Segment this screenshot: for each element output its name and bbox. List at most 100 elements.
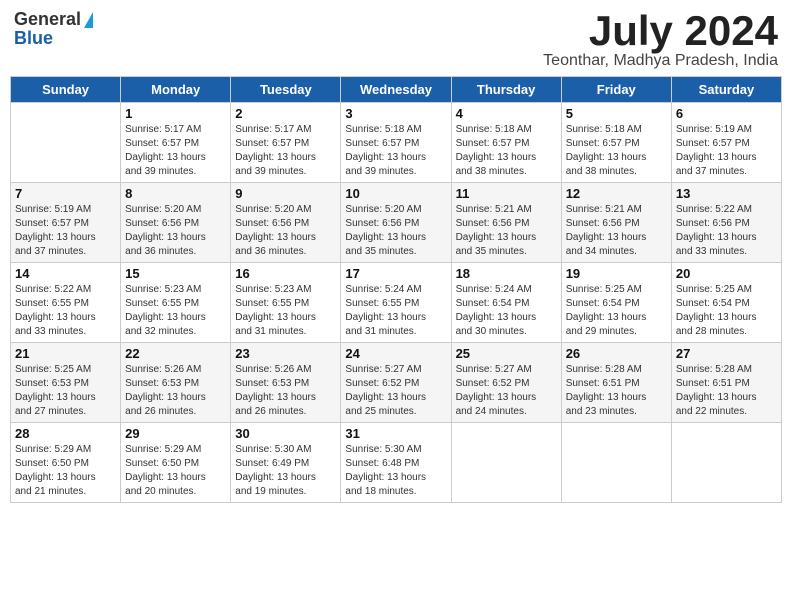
day-detail: Sunrise: 5:22 AM Sunset: 6:55 PM Dayligh… <box>15 283 116 339</box>
day-detail: Sunrise: 5:27 AM Sunset: 6:52 PM Dayligh… <box>456 363 557 419</box>
day-number: 18 <box>456 266 557 281</box>
day-number: 16 <box>235 266 336 281</box>
day-header-monday: Monday <box>121 77 231 103</box>
calendar-cell: 13 Sunrise: 5:22 AM Sunset: 6:56 PM Dayli… <box>671 183 781 263</box>
day-number: 10 <box>345 186 446 201</box>
day-detail: Sunrise: 5:21 AM Sunset: 6:56 PM Dayligh… <box>456 203 557 259</box>
day-number: 19 <box>566 266 667 281</box>
calendar-cell: 21 Sunrise: 5:25 AM Sunset: 6:53 PM Dayli… <box>11 343 121 423</box>
day-detail: Sunrise: 5:25 AM Sunset: 6:53 PM Dayligh… <box>15 363 116 419</box>
day-number: 4 <box>456 106 557 121</box>
day-detail: Sunrise: 5:18 AM Sunset: 6:57 PM Dayligh… <box>345 123 446 179</box>
day-number: 9 <box>235 186 336 201</box>
day-number: 29 <box>125 426 226 441</box>
day-detail: Sunrise: 5:18 AM Sunset: 6:57 PM Dayligh… <box>456 123 557 179</box>
calendar-cell: 23 Sunrise: 5:26 AM Sunset: 6:53 PM Dayli… <box>231 343 341 423</box>
calendar-week-4: 21 Sunrise: 5:25 AM Sunset: 6:53 PM Dayli… <box>11 343 782 423</box>
day-detail: Sunrise: 5:23 AM Sunset: 6:55 PM Dayligh… <box>235 283 336 339</box>
day-detail: Sunrise: 5:27 AM Sunset: 6:52 PM Dayligh… <box>345 363 446 419</box>
day-header-sunday: Sunday <box>11 77 121 103</box>
day-number: 12 <box>566 186 667 201</box>
calendar-body: 1 Sunrise: 5:17 AM Sunset: 6:57 PM Daylig… <box>11 103 782 503</box>
day-detail: Sunrise: 5:22 AM Sunset: 6:56 PM Dayligh… <box>676 203 777 259</box>
calendar-cell: 8 Sunrise: 5:20 AM Sunset: 6:56 PM Daylig… <box>121 183 231 263</box>
day-number: 2 <box>235 106 336 121</box>
day-number: 28 <box>15 426 116 441</box>
calendar-cell <box>11 103 121 183</box>
calendar-cell: 25 Sunrise: 5:27 AM Sunset: 6:52 PM Dayli… <box>451 343 561 423</box>
day-number: 21 <box>15 346 116 361</box>
calendar-cell: 9Sunrise: 5:20 AM Sunset: 6:56 PM Daylig… <box>231 183 341 263</box>
calendar-cell: 4 Sunrise: 5:18 AM Sunset: 6:57 PM Daylig… <box>451 103 561 183</box>
calendar-cell: 1 Sunrise: 5:17 AM Sunset: 6:57 PM Daylig… <box>121 103 231 183</box>
day-number: 15 <box>125 266 226 281</box>
calendar-table: SundayMondayTuesdayWednesdayThursdayFrid… <box>10 76 782 503</box>
day-number: 25 <box>456 346 557 361</box>
day-detail: Sunrise: 5:28 AM Sunset: 6:51 PM Dayligh… <box>566 363 667 419</box>
day-header-wednesday: Wednesday <box>341 77 451 103</box>
day-header-saturday: Saturday <box>671 77 781 103</box>
day-detail: Sunrise: 5:18 AM Sunset: 6:57 PM Dayligh… <box>566 123 667 179</box>
day-detail: Sunrise: 5:26 AM Sunset: 6:53 PM Dayligh… <box>125 363 226 419</box>
day-detail: Sunrise: 5:29 AM Sunset: 6:50 PM Dayligh… <box>125 443 226 499</box>
day-number: 7 <box>15 186 116 201</box>
day-number: 27 <box>676 346 777 361</box>
day-number: 30 <box>235 426 336 441</box>
day-detail: Sunrise: 5:30 AM Sunset: 6:48 PM Dayligh… <box>345 443 446 499</box>
calendar-cell: 24 Sunrise: 5:27 AM Sunset: 6:52 PM Dayli… <box>341 343 451 423</box>
calendar-cell: 17Sunrise: 5:24 AM Sunset: 6:55 PM Dayli… <box>341 263 451 343</box>
calendar-cell: 3 Sunrise: 5:18 AM Sunset: 6:57 PM Daylig… <box>341 103 451 183</box>
calendar-cell: 10 Sunrise: 5:20 AM Sunset: 6:56 PM Dayli… <box>341 183 451 263</box>
calendar-cell: 11Sunrise: 5:21 AM Sunset: 6:56 PM Dayli… <box>451 183 561 263</box>
day-detail: Sunrise: 5:25 AM Sunset: 6:54 PM Dayligh… <box>676 283 777 339</box>
calendar-cell: 22 Sunrise: 5:26 AM Sunset: 6:53 PM Dayli… <box>121 343 231 423</box>
day-header-tuesday: Tuesday <box>231 77 341 103</box>
day-number: 24 <box>345 346 446 361</box>
month-title: July 2024 <box>543 10 778 52</box>
day-detail: Sunrise: 5:20 AM Sunset: 6:56 PM Dayligh… <box>125 203 226 259</box>
calendar-cell: 5 Sunrise: 5:18 AM Sunset: 6:57 PM Daylig… <box>561 103 671 183</box>
day-detail: Sunrise: 5:29 AM Sunset: 6:50 PM Dayligh… <box>15 443 116 499</box>
calendar-cell: 12 Sunrise: 5:21 AM Sunset: 6:56 PM Dayli… <box>561 183 671 263</box>
day-number: 13 <box>676 186 777 201</box>
day-detail: Sunrise: 5:19 AM Sunset: 6:57 PM Dayligh… <box>15 203 116 259</box>
day-detail: Sunrise: 5:20 AM Sunset: 6:56 PM Dayligh… <box>345 203 446 259</box>
day-header-thursday: Thursday <box>451 77 561 103</box>
day-detail: Sunrise: 5:21 AM Sunset: 6:56 PM Dayligh… <box>566 203 667 259</box>
day-detail: Sunrise: 5:19 AM Sunset: 6:57 PM Dayligh… <box>676 123 777 179</box>
page-header: General Blue July 2024 Teonthar, Madhya … <box>10 10 782 70</box>
day-number: 23 <box>235 346 336 361</box>
day-number: 14 <box>15 266 116 281</box>
calendar-week-3: 14 Sunrise: 5:22 AM Sunset: 6:55 PM Dayli… <box>11 263 782 343</box>
calendar-cell: 19 Sunrise: 5:25 AM Sunset: 6:54 PM Dayli… <box>561 263 671 343</box>
day-number: 20 <box>676 266 777 281</box>
calendar-cell: 20 Sunrise: 5:25 AM Sunset: 6:54 PM Dayli… <box>671 263 781 343</box>
calendar-cell: 7 Sunrise: 5:19 AM Sunset: 6:57 PM Daylig… <box>11 183 121 263</box>
day-detail: Sunrise: 5:30 AM Sunset: 6:49 PM Dayligh… <box>235 443 336 499</box>
day-detail: Sunrise: 5:26 AM Sunset: 6:53 PM Dayligh… <box>235 363 336 419</box>
day-number: 22 <box>125 346 226 361</box>
calendar-cell: 29 Sunrise: 5:29 AM Sunset: 6:50 PM Dayli… <box>121 423 231 503</box>
day-detail: Sunrise: 5:17 AM Sunset: 6:57 PM Dayligh… <box>235 123 336 179</box>
logo-blue: Blue <box>14 28 53 49</box>
day-detail: Sunrise: 5:24 AM Sunset: 6:54 PM Dayligh… <box>456 283 557 339</box>
calendar-cell: 14 Sunrise: 5:22 AM Sunset: 6:55 PM Dayli… <box>11 263 121 343</box>
calendar-cell: 15Sunrise: 5:23 AM Sunset: 6:55 PM Dayli… <box>121 263 231 343</box>
day-detail: Sunrise: 5:28 AM Sunset: 6:51 PM Dayligh… <box>676 363 777 419</box>
calendar-cell <box>561 423 671 503</box>
calendar-week-5: 28 Sunrise: 5:29 AM Sunset: 6:50 PM Dayli… <box>11 423 782 503</box>
day-number: 1 <box>125 106 226 121</box>
calendar-cell: 16 Sunrise: 5:23 AM Sunset: 6:55 PM Dayli… <box>231 263 341 343</box>
day-number: 3 <box>345 106 446 121</box>
calendar-week-1: 1 Sunrise: 5:17 AM Sunset: 6:57 PM Daylig… <box>11 103 782 183</box>
day-number: 8 <box>125 186 226 201</box>
day-detail: Sunrise: 5:17 AM Sunset: 6:57 PM Dayligh… <box>125 123 226 179</box>
day-number: 31 <box>345 426 446 441</box>
day-header-friday: Friday <box>561 77 671 103</box>
calendar-cell <box>451 423 561 503</box>
calendar-header-row: SundayMondayTuesdayWednesdayThursdayFrid… <box>11 77 782 103</box>
calendar-cell: 6Sunrise: 5:19 AM Sunset: 6:57 PM Daylig… <box>671 103 781 183</box>
day-number: 5 <box>566 106 667 121</box>
calendar-week-2: 7 Sunrise: 5:19 AM Sunset: 6:57 PM Daylig… <box>11 183 782 263</box>
day-detail: Sunrise: 5:25 AM Sunset: 6:54 PM Dayligh… <box>566 283 667 339</box>
